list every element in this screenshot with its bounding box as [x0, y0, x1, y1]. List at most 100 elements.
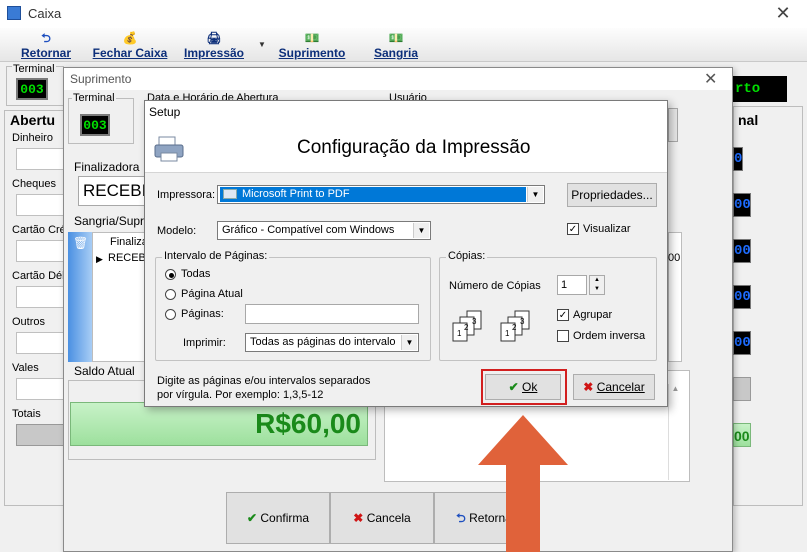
annotation-arrow-icon	[478, 415, 568, 552]
supr-user-field	[668, 108, 678, 142]
finalizadora-field[interactable]: RECEBI	[78, 176, 150, 206]
page-number-1: 1	[505, 329, 510, 338]
money-bag-icon: 💰	[122, 31, 138, 45]
grid-right-value: 00	[668, 252, 681, 264]
imprimir-label: Imprimir:	[183, 337, 226, 349]
modelo-label: Modelo:	[157, 225, 197, 237]
cartao-credito-field	[16, 240, 64, 262]
check-icon: ✔	[508, 380, 519, 394]
right-credito-display: 00	[733, 239, 751, 263]
chevron-down-icon: ▼	[401, 335, 417, 350]
chevron-down-icon: ▼	[527, 187, 543, 202]
printer-icon	[154, 136, 184, 162]
grid-row-pointer-icon: ▶	[96, 254, 103, 264]
page-number-2: 2	[464, 323, 469, 332]
supr-terminal-display: 003	[80, 114, 110, 136]
printer-small-icon	[223, 189, 237, 199]
radio-todas-label: Todas	[181, 268, 211, 280]
radio-pagina-atual-label: Página Atual	[181, 288, 243, 300]
main-terminal-label: Terminal	[12, 63, 56, 75]
toolbar-retornar-button[interactable]: ⮌ Retornar	[14, 28, 78, 62]
hint-line-1: Digite as páginas e/ou intervalos separa…	[157, 375, 371, 387]
main-close-button[interactable]: ✕	[768, 2, 798, 24]
right-cheques-display: 00	[733, 193, 751, 217]
chevron-down-icon: ▼	[413, 223, 429, 238]
modelo-select[interactable]: Gráfico - Compatível com Windows ▼	[217, 221, 431, 240]
row-dinheiro-label: Dinheiro	[12, 132, 53, 144]
page-number-2: 2	[512, 323, 517, 332]
grid-header-finalizadora: Finaliza	[110, 236, 148, 248]
outros-field	[16, 332, 64, 354]
agrupar-checkbox[interactable]: ✓	[557, 309, 569, 321]
num-copias-label: Número de Cópias	[449, 280, 541, 292]
setup-heading: Configuração da Impressão	[297, 137, 531, 158]
intervalo-legend: Intervalo de Páginas:	[162, 250, 270, 262]
impressora-selected-value: Microsoft Print to PDF	[220, 187, 526, 202]
copias-spinner[interactable]: ▲ ▼	[589, 275, 605, 295]
grid-row-finalizadora[interactable]: RECEB	[108, 252, 146, 264]
hint-line-2: por vírgula. Por exemplo: 1,3,5-12	[157, 389, 324, 401]
toolbar-suprimento-button[interactable]: 💵 Suprimento	[276, 28, 348, 62]
vales-field	[16, 378, 64, 400]
row-cartao-debito-label: Cartão Déb	[12, 270, 69, 282]
main-status-display: rto	[733, 76, 787, 102]
toolbar-fechar-caixa-button[interactable]: 💰 Fechar Caixa	[88, 28, 172, 62]
suprimento-titlebar	[64, 68, 732, 90]
right-totais-display: 00	[733, 423, 751, 447]
right-vales-display	[733, 377, 751, 401]
finalizadora-label: Finalizadora	[74, 160, 140, 174]
page-number-3: 3	[472, 317, 477, 326]
radio-paginas-label: Páginas:	[181, 308, 224, 320]
propriedades-button[interactable]: Propriedades...	[567, 183, 657, 207]
cash-icon: 💵	[304, 31, 320, 45]
ordem-inversa-label: Ordem inversa	[573, 330, 646, 342]
right-dinheiro-display: 0	[733, 147, 743, 171]
right-column-header: nal	[738, 112, 759, 128]
ok-button[interactable]: ✔ Ok	[485, 374, 561, 400]
toolbar-impressao-button[interactable]: 🖨 Impressão	[180, 28, 248, 62]
cancelar-button[interactable]: ✖ Cancelar	[573, 374, 655, 400]
setup-title: Setup	[149, 105, 181, 119]
cancela-button[interactable]: ✖ Cancela	[330, 492, 434, 544]
suprimento-title: Suprimento	[70, 72, 132, 86]
confirma-button[interactable]: ✔ Confirma	[226, 492, 330, 544]
impressora-select[interactable]: Microsoft Print to PDF ▼	[217, 185, 545, 204]
printer-icon: 🖨	[206, 31, 222, 45]
copias-legend: Cópias:	[446, 250, 488, 262]
row-cheques-label: Cheques	[12, 178, 57, 190]
right-outros-display: 00	[733, 331, 751, 355]
left-column-header: Abertu	[10, 112, 56, 128]
row-totais-label: Totais	[12, 408, 41, 420]
setup-dialog: Setup Configuração da Impressão Impresso…	[144, 100, 668, 407]
saldo-atual-label: Saldo Atual	[74, 364, 135, 378]
radio-paginas[interactable]	[165, 309, 176, 320]
row-vales-label: Vales	[12, 362, 39, 374]
page-number-3: 3	[520, 317, 525, 326]
radio-todas[interactable]	[165, 269, 176, 280]
page-number-1: 1	[457, 329, 462, 338]
grid-side-bar	[68, 232, 92, 362]
supr-terminal-label: Terminal	[72, 92, 116, 104]
cash-out-icon: 💵	[388, 31, 404, 45]
main-window-title: Caixa	[28, 6, 62, 21]
impressao-dropdown-icon[interactable]: ▼	[258, 40, 266, 49]
ordem-inversa-checkbox[interactable]	[557, 330, 569, 342]
suprimento-close-button[interactable]: ✕	[704, 69, 717, 89]
visualizar-checkbox[interactable]: ✓	[567, 223, 579, 235]
memo-scrollbar[interactable]: ▲	[668, 384, 682, 480]
dinheiro-field	[16, 148, 64, 170]
return-icon: ⮌	[456, 511, 466, 525]
x-icon: ✖	[583, 380, 594, 394]
paginas-input[interactable]	[245, 304, 419, 324]
saldo-atual-display: R$60,00	[70, 402, 368, 446]
trash-icon[interactable]: 🗑	[73, 236, 88, 250]
imprimir-select[interactable]: Todas as páginas do intervalo ▼	[245, 333, 419, 352]
main-titlebar	[0, 0, 807, 28]
x-icon: ✖	[353, 511, 364, 525]
toolbar-sangria-button[interactable]: 💵 Sangria	[368, 28, 424, 62]
radio-pagina-atual[interactable]	[165, 289, 176, 300]
num-copias-input[interactable]: 1	[557, 275, 587, 295]
row-outros-label: Outros	[12, 316, 46, 328]
row-cartao-credito-label: Cartão Cré	[12, 224, 66, 236]
return-icon: ⮌	[41, 31, 51, 45]
